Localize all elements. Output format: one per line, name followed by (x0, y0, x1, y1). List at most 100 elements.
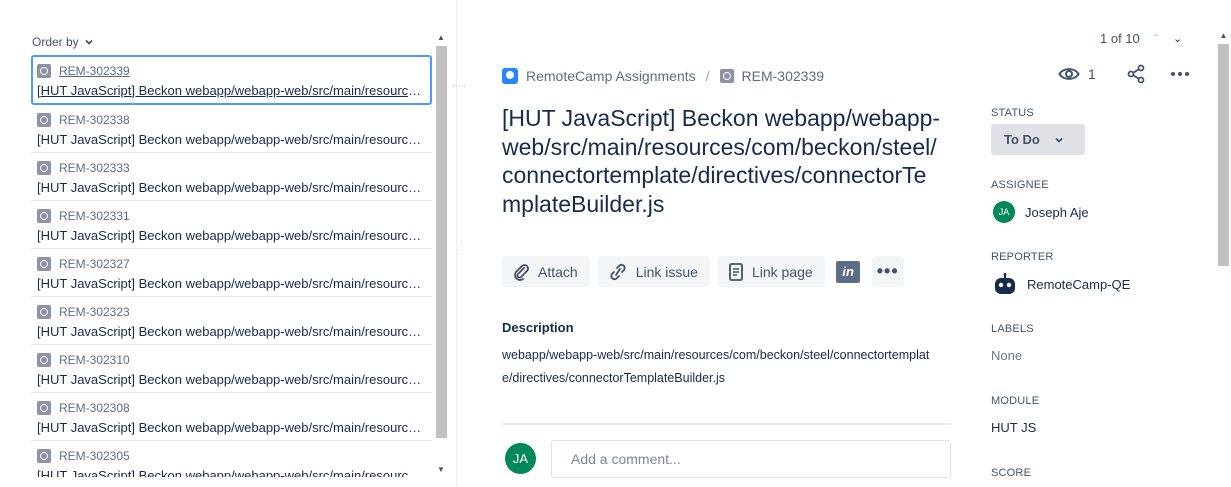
list-item[interactable]: REM-302331 [HUT JavaScript] Beckon webap… (31, 201, 432, 249)
avatar: JA (505, 443, 536, 474)
scroll-up-arrow-icon[interactable]: ▲ (1216, 31, 1231, 43)
issue-summary: [HUT JavaScript] Beckon webapp/webapp-we… (37, 324, 426, 339)
status-dropdown[interactable]: To Do (991, 124, 1085, 155)
issue-summary: [HUT JavaScript] Beckon webapp/webapp-we… (37, 420, 426, 435)
list-item[interactable]: REM-302327 [HUT JavaScript] Beckon webap… (31, 249, 432, 297)
list-item[interactable]: REM-302308 [HUT JavaScript] Beckon webap… (31, 393, 432, 441)
scroll-up-arrow-icon[interactable]: ▲ (436, 33, 446, 43)
issue-key: REM-302333 (59, 161, 130, 175)
assignee-label: ASSIGNEE (991, 179, 1049, 191)
more-actions-button[interactable] (1170, 71, 1190, 77)
pager-count: 1 of 10 (1100, 31, 1140, 46)
assignee-name: Joseph Aje (1025, 204, 1089, 220)
issue-summary: [HUT JavaScript] Beckon webapp/webapp-we… (37, 372, 426, 387)
issue-title[interactable]: [HUT JavaScript] Beckon webapp/webapp-we… (502, 104, 942, 218)
page-icon (729, 262, 743, 281)
issue-top-actions: 1 (1058, 64, 1190, 84)
module-value[interactable]: HUT JS (991, 420, 1036, 435)
issue-summary: [HUT JavaScript] Beckon webapp/webapp-we… (37, 276, 426, 291)
details-scrollbar[interactable]: ▲ (1216, 31, 1231, 487)
order-by-label: Order by (32, 35, 79, 49)
attach-button[interactable]: Attach (502, 256, 590, 287)
issue-action-bar: Attach Link issue Link page in ••• (502, 256, 904, 287)
issue-key: REM-302323 (59, 305, 130, 319)
watch-count: 1 (1088, 66, 1096, 82)
issue-key: REM-302310 (59, 353, 130, 367)
chevron-up-icon[interactable]: ⌃ (1152, 32, 1161, 45)
share-icon (1127, 64, 1145, 84)
more-icon (1170, 72, 1189, 76)
issue-key: REM-302331 (59, 209, 130, 223)
list-item[interactable]: REM-302305 [HUT JavaScript] Beckon webap… (31, 441, 432, 477)
watch-button[interactable]: 1 (1058, 66, 1096, 82)
breadcrumb-issue-key[interactable]: REM-302339 (742, 68, 825, 84)
issue-type-icon (37, 449, 51, 463)
status-label: STATUS (991, 107, 1034, 119)
issue-type-icon (37, 209, 51, 223)
issue-type-icon (37, 113, 51, 127)
issue-type-icon (37, 305, 51, 319)
project-avatar-icon (502, 68, 518, 84)
resize-arrow-icon: ⟷ (452, 81, 467, 92)
issue-type-icon (37, 353, 51, 367)
issue-list: REM-302339 [HUT JavaScript] Beckon webap… (31, 55, 432, 477)
breadcrumb: RemoteCamp Assignments / REM-302339 (502, 68, 824, 84)
link-issue-button[interactable]: Link issue (597, 256, 710, 287)
issue-list-panel: Order by REM-302339 [HUT JavaScript] Bec… (0, 0, 457, 487)
breadcrumb-project[interactable]: RemoteCamp Assignments (526, 68, 696, 84)
avatar: JA (993, 201, 1015, 223)
chevron-down-icon[interactable]: ⌄ (1173, 32, 1182, 45)
invision-button[interactable]: in (832, 256, 864, 287)
link-page-label: Link page (751, 263, 813, 280)
attach-label: Attach (538, 263, 578, 280)
issue-summary: [HUT JavaScript] Beckon webapp/webapp-we… (37, 132, 426, 147)
module-label: MODULE (991, 395, 1040, 407)
issue-key: REM-302339 (59, 64, 130, 78)
list-item[interactable]: REM-302333 [HUT JavaScript] Beckon webap… (31, 153, 432, 201)
issue-key: REM-302305 (59, 449, 130, 463)
resize-handle-icon[interactable]: · · · (460, 237, 463, 255)
paperclip-icon (514, 263, 529, 281)
link-icon (610, 263, 626, 280)
issue-type-icon (719, 69, 734, 83)
description-text[interactable]: webapp/webapp-web/src/main/resources/com… (502, 344, 936, 390)
list-item[interactable]: REM-302310 [HUT JavaScript] Beckon webap… (31, 345, 432, 393)
status-value: To Do (1004, 132, 1040, 147)
scroll-down-arrow-icon[interactable]: ▼ (436, 465, 446, 475)
comment-input[interactable]: Add a comment... (551, 440, 951, 478)
order-by-button[interactable]: Order by (32, 35, 95, 49)
breadcrumb-separator: / (705, 68, 710, 84)
assignee-field[interactable]: JA Joseph Aje (993, 201, 1089, 223)
issue-key: REM-302327 (59, 257, 130, 271)
list-item[interactable]: REM-302339 [HUT JavaScript] Beckon webap… (31, 55, 432, 105)
issue-type-icon (37, 401, 51, 415)
issue-summary: [HUT JavaScript] Beckon webapp/webapp-we… (37, 468, 426, 477)
link-page-button[interactable]: Link page (717, 256, 825, 287)
issue-pager: 1 of 10 ⌃ ⌄ (1100, 31, 1182, 46)
description-heading: Description (502, 320, 574, 335)
divider (502, 423, 951, 425)
reporter-name: RemoteCamp-QE (1027, 276, 1131, 292)
list-item[interactable]: REM-302338 [HUT JavaScript] Beckon webap… (31, 105, 432, 153)
issue-summary: [HUT JavaScript] Beckon webapp/webapp-we… (37, 228, 426, 243)
robot-avatar-icon (995, 273, 1015, 294)
issue-summary: [HUT JavaScript] Beckon webapp/webapp-we… (37, 180, 426, 195)
list-item[interactable]: REM-302323 [HUT JavaScript] Beckon webap… (31, 297, 432, 345)
scrollbar-thumb[interactable] (436, 46, 447, 438)
more-icon: ••• (876, 261, 899, 281)
scrollbar-thumb[interactable] (1218, 44, 1229, 266)
more-actions-button[interactable]: ••• (871, 256, 904, 287)
issue-key: REM-302338 (59, 113, 130, 127)
share-button[interactable] (1126, 64, 1146, 84)
score-label: SCORE (991, 467, 1032, 479)
labels-value[interactable]: None (991, 348, 1022, 363)
labels-label: LABELS (991, 323, 1034, 335)
list-scrollbar[interactable]: ▲ ▼ (434, 31, 448, 477)
issue-type-icon (37, 161, 51, 175)
reporter-field[interactable]: RemoteCamp-QE (993, 273, 1130, 295)
eye-icon (1058, 68, 1080, 80)
chevron-down-icon (85, 39, 93, 45)
chevron-down-icon (1055, 137, 1063, 143)
issue-type-icon (37, 64, 51, 78)
invision-icon: in (836, 260, 861, 283)
